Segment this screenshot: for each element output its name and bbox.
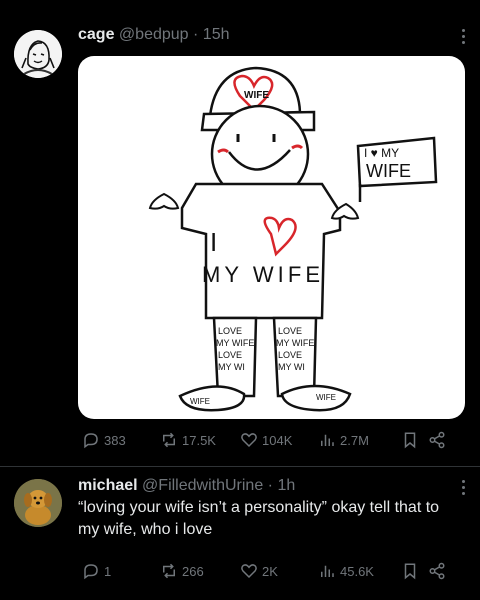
drawn-avatar-icon xyxy=(14,30,62,78)
bookmark-button[interactable] xyxy=(402,430,418,450)
sign-text-1: I ♥ MY xyxy=(364,146,399,160)
sign-text-2: WIFE xyxy=(366,161,411,181)
wife-drawing: WIFE I MY WIFE LOVE MY WIFE LOVE MY WI L… xyxy=(148,66,438,412)
avatar[interactable] xyxy=(14,479,62,527)
like-count: 104K xyxy=(262,432,293,448)
timestamp[interactable]: 15h xyxy=(203,26,230,43)
separator: · xyxy=(193,26,199,43)
bookmark-icon xyxy=(404,563,416,580)
hat-text: WIFE xyxy=(244,90,269,101)
post-image[interactable]: WIFE I MY WIFE LOVE MY WIFE LOVE MY WI L… xyxy=(78,56,465,419)
display-name[interactable]: michael xyxy=(78,477,138,494)
heart-icon xyxy=(241,433,257,448)
reply-count: 1 xyxy=(104,563,112,579)
views-icon xyxy=(321,434,334,446)
more-options-icon[interactable] xyxy=(462,480,466,498)
pants-text: MY WIFE xyxy=(216,338,254,348)
post-header: cage @bedpup · 15h xyxy=(78,26,230,44)
timestamp[interactable]: 1h xyxy=(277,477,295,494)
bookmark-icon xyxy=(404,432,416,449)
pants-text: LOVE xyxy=(218,326,242,336)
repost-count: 266 xyxy=(182,563,204,579)
post-text: “loving your wife isn’t a personality” o… xyxy=(78,499,440,538)
share-icon xyxy=(429,431,445,449)
reply-button[interactable]: 383 xyxy=(82,430,126,450)
reply-icon xyxy=(84,564,98,580)
like-button[interactable]: 2K xyxy=(240,561,278,581)
pants-text: LOVE xyxy=(278,350,302,360)
repost-button[interactable]: 17.5K xyxy=(160,430,216,450)
handle[interactable]: @bedpup xyxy=(119,26,189,43)
repost-button[interactable]: 266 xyxy=(160,561,204,581)
pants-text: LOVE xyxy=(218,350,242,360)
share-icon xyxy=(429,562,445,580)
like-button[interactable]: 104K xyxy=(240,430,292,450)
view-count: 45.6K xyxy=(340,563,374,579)
reply-button[interactable]: 1 xyxy=(82,561,111,581)
pants-text: MY WI xyxy=(218,362,245,372)
avatar[interactable] xyxy=(14,30,62,78)
shoe-text: WIFE xyxy=(190,397,210,406)
shirt-text-1: I xyxy=(210,227,217,257)
separator: · xyxy=(267,477,273,494)
more-options-icon[interactable] xyxy=(462,29,466,47)
display-name[interactable]: cage xyxy=(78,26,114,43)
heart-icon xyxy=(241,564,257,579)
pants-text: MY WI xyxy=(278,362,305,372)
post-header: michael @FilledwithUrine · 1h xyxy=(78,477,295,495)
repost-count: 17.5K xyxy=(182,432,216,448)
shoe-text: WIFE xyxy=(316,393,336,402)
view-count: 2.7M xyxy=(340,432,369,448)
pants-text: MY WIFE xyxy=(276,338,314,348)
views-icon xyxy=(321,565,334,577)
repost-icon xyxy=(163,432,175,448)
handle[interactable]: @FilledwithUrine xyxy=(142,477,263,494)
bookmark-button[interactable] xyxy=(402,561,418,581)
repost-icon xyxy=(163,563,175,579)
pants-text: LOVE xyxy=(278,326,302,336)
share-button[interactable] xyxy=(428,430,446,450)
reply-icon xyxy=(84,433,98,449)
like-count: 2K xyxy=(262,563,278,579)
views-button[interactable]: 2.7M xyxy=(318,430,369,450)
reply-count: 383 xyxy=(104,432,126,448)
views-button[interactable]: 45.6K xyxy=(318,561,374,581)
share-button[interactable] xyxy=(428,561,446,581)
plush-dog-avatar-icon xyxy=(14,479,62,527)
action-bar: 1 266 2K 45.6K xyxy=(78,561,466,581)
post-1[interactable]: cage @bedpup · 15h WIFE I MY WIFE LOVE M… xyxy=(0,0,480,466)
action-bar: 383 17.5K 104K 2.7M xyxy=(78,430,466,450)
